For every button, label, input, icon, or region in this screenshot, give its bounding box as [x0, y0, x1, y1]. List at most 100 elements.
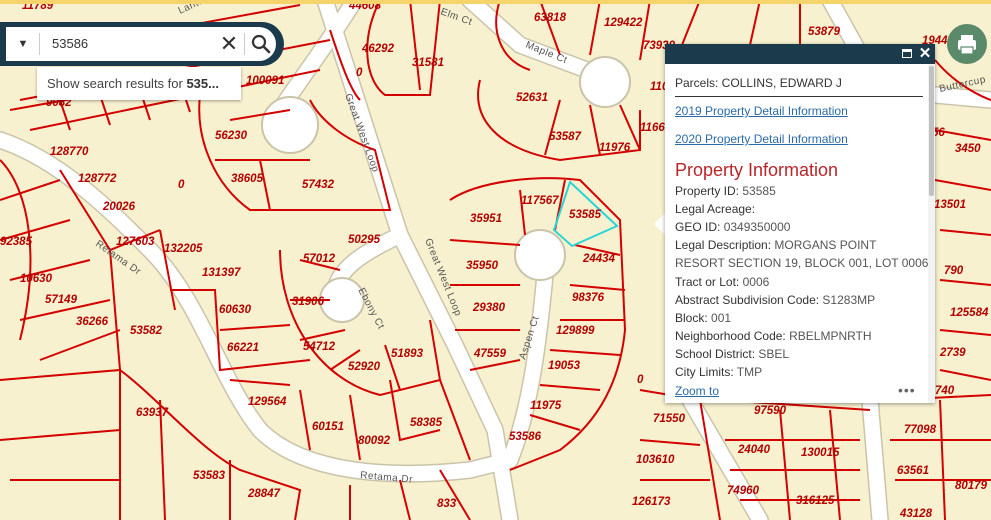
parcel-lot-label: 129422: [604, 17, 643, 29]
link-2019-property-detail[interactable]: 2019 Property Detail Information: [675, 104, 848, 118]
field-value: RESORT SECTION 19, BLOCK 001, LOT 0006: [675, 256, 929, 271]
parcel-lot-label: 129899: [556, 325, 595, 337]
parcel-lot-label: 77098: [904, 424, 937, 436]
top-banner-strip: [0, 0, 991, 4]
field-value: TMP: [736, 365, 763, 379]
parcel-lot-label: 53879: [808, 26, 841, 38]
parcel-lot-label: 0: [178, 179, 185, 191]
property-field-row: Tract or Lot: 0006: [675, 275, 769, 289]
popup-title: Parcels: COLLINS, EDWARD J: [675, 76, 842, 90]
more-options-icon[interactable]: •••: [898, 382, 916, 398]
parcel-lot-label: 316125: [796, 495, 835, 507]
parcel-lot-label: 31906: [292, 296, 325, 308]
parcel-lot-label: 790: [944, 265, 964, 277]
parcel-lot-label: 24040: [737, 444, 771, 456]
maximize-icon[interactable]: [902, 49, 912, 58]
parcel-lot-label: 51893: [391, 348, 424, 360]
parcel-lot-label: 71550: [653, 413, 686, 425]
property-field-row: Property ID: 53585: [675, 184, 776, 198]
scrollbar-thumb[interactable]: [929, 66, 934, 196]
parcel-lot-label: 1166: [640, 122, 665, 134]
parcel-lot-label: 43128: [899, 508, 933, 520]
property-field-row: City Limits: TMP: [675, 365, 762, 379]
parcel-lot-label: 53582: [130, 325, 163, 337]
parcel-lot-label: 128770: [50, 146, 89, 158]
divider: [675, 96, 923, 97]
parcel-lot-label: 47559: [473, 348, 507, 360]
parcel-lot-label: 100091: [246, 75, 284, 87]
field-value: S1283MP: [822, 292, 876, 307]
parcel-lot-label: 35950: [466, 260, 499, 272]
field-label: School District:: [675, 346, 756, 361]
parcel-lot-label: 0: [637, 374, 644, 386]
parcel-lot-label: 57432: [302, 179, 335, 191]
parcel-lot-label: 57012: [303, 253, 336, 265]
parcel-lot-label: 66221: [227, 342, 259, 354]
suggestion-prefix: Show search results for: [47, 76, 187, 91]
parcel-lot-label: 11975: [530, 400, 562, 412]
parcel-lot-label: 53587: [549, 131, 582, 143]
property-field-row: Block: 001: [675, 311, 731, 325]
field-value: 0349350000: [723, 220, 791, 235]
field-label: Tract or Lot:: [675, 274, 740, 289]
field-value: RBELMPNRTH: [789, 328, 872, 343]
suggestion-term: 535...: [186, 76, 219, 91]
property-field-row: Neighborhood Code: RBELMPNRTH: [675, 329, 872, 343]
field-label: Neighborhood Code:: [675, 328, 786, 343]
parcel-lot-label: 60630: [219, 304, 252, 316]
parcel-lot-label: 63561: [897, 465, 929, 477]
parcel-lot-label: 131397: [202, 267, 241, 279]
field-value: 001: [711, 310, 732, 325]
parcel-lot-label: 57149: [45, 294, 78, 306]
parcel-lot-label: 92385: [0, 236, 33, 248]
parcel-lot-label: 54712: [303, 341, 336, 353]
parcel-lot-label: 80179: [955, 480, 988, 492]
field-label: GEO ID:: [675, 220, 721, 235]
property-field-row: Legal Acreage:: [675, 202, 755, 216]
link-2020-property-detail[interactable]: 2020 Property Detail Information: [675, 132, 848, 146]
parcel-lot-label: 50295: [348, 234, 381, 246]
field-value: 0006: [742, 274, 770, 289]
field-value: SBEL: [758, 346, 790, 361]
parcel-lot-label: 10630: [20, 273, 53, 285]
popup-pointer: [654, 213, 665, 235]
parcel-lot-label: 74960: [727, 485, 760, 497]
search-icon[interactable]: [250, 33, 272, 55]
popup-header: ✕: [665, 44, 935, 64]
parcel-lot-label: 130015: [801, 447, 840, 459]
print-button[interactable]: [947, 24, 987, 64]
parcel-lot-label: 53583: [193, 470, 226, 482]
property-field-row: RESORT SECTION 19, BLOCK 001, LOT 0006: [675, 256, 928, 270]
field-label: Block:: [675, 310, 708, 325]
parcel-lot-label: 24434: [582, 253, 616, 265]
parcel-lot-label: 129564: [248, 396, 287, 408]
parcel-lot-label: 46292: [361, 43, 395, 55]
close-icon[interactable]: ✕: [917, 44, 933, 64]
zoom-to-link[interactable]: Zoom to: [675, 384, 719, 398]
parcel-lot-label: 56230: [215, 130, 248, 142]
parcel-lot-label: 28847: [247, 488, 281, 500]
parcel-lot-label: 31581: [412, 57, 444, 69]
parcel-lot-label: 29380: [472, 302, 506, 314]
close-icon[interactable]: ✕: [219, 27, 239, 61]
parcel-popup: ✕ Parcels: COLLINS, EDWARD J 2019 Proper…: [665, 44, 935, 403]
parcel-lot-label: 53585: [569, 209, 602, 221]
search-input[interactable]: 53586: [52, 27, 88, 61]
printer-icon: [958, 35, 976, 55]
field-value: 53585: [742, 184, 776, 198]
parcel-lot-label: 60151: [312, 421, 344, 433]
parcel-lot-label: 63818: [534, 12, 567, 24]
parcel-lot-label: 38605: [231, 173, 264, 185]
search-widget: ▼ 53586 ✕: [0, 22, 284, 66]
field-label: Legal Description:: [675, 238, 772, 253]
divider: [39, 33, 40, 55]
search-bar: ▼ 53586 ✕: [6, 27, 276, 61]
parcel-lot-label: 2739: [939, 347, 966, 359]
search-suggestion[interactable]: Show search results for 535...: [37, 67, 241, 100]
parcel-lot-label: 35951: [470, 213, 502, 225]
section-heading: Property Information: [675, 160, 839, 180]
parcel-lot-label: 127603: [116, 236, 155, 248]
property-field-row: GEO ID: 0349350000: [675, 220, 790, 234]
caret-down-icon[interactable]: ▼: [6, 27, 40, 61]
parcel-lot-label: 63937: [136, 407, 169, 419]
